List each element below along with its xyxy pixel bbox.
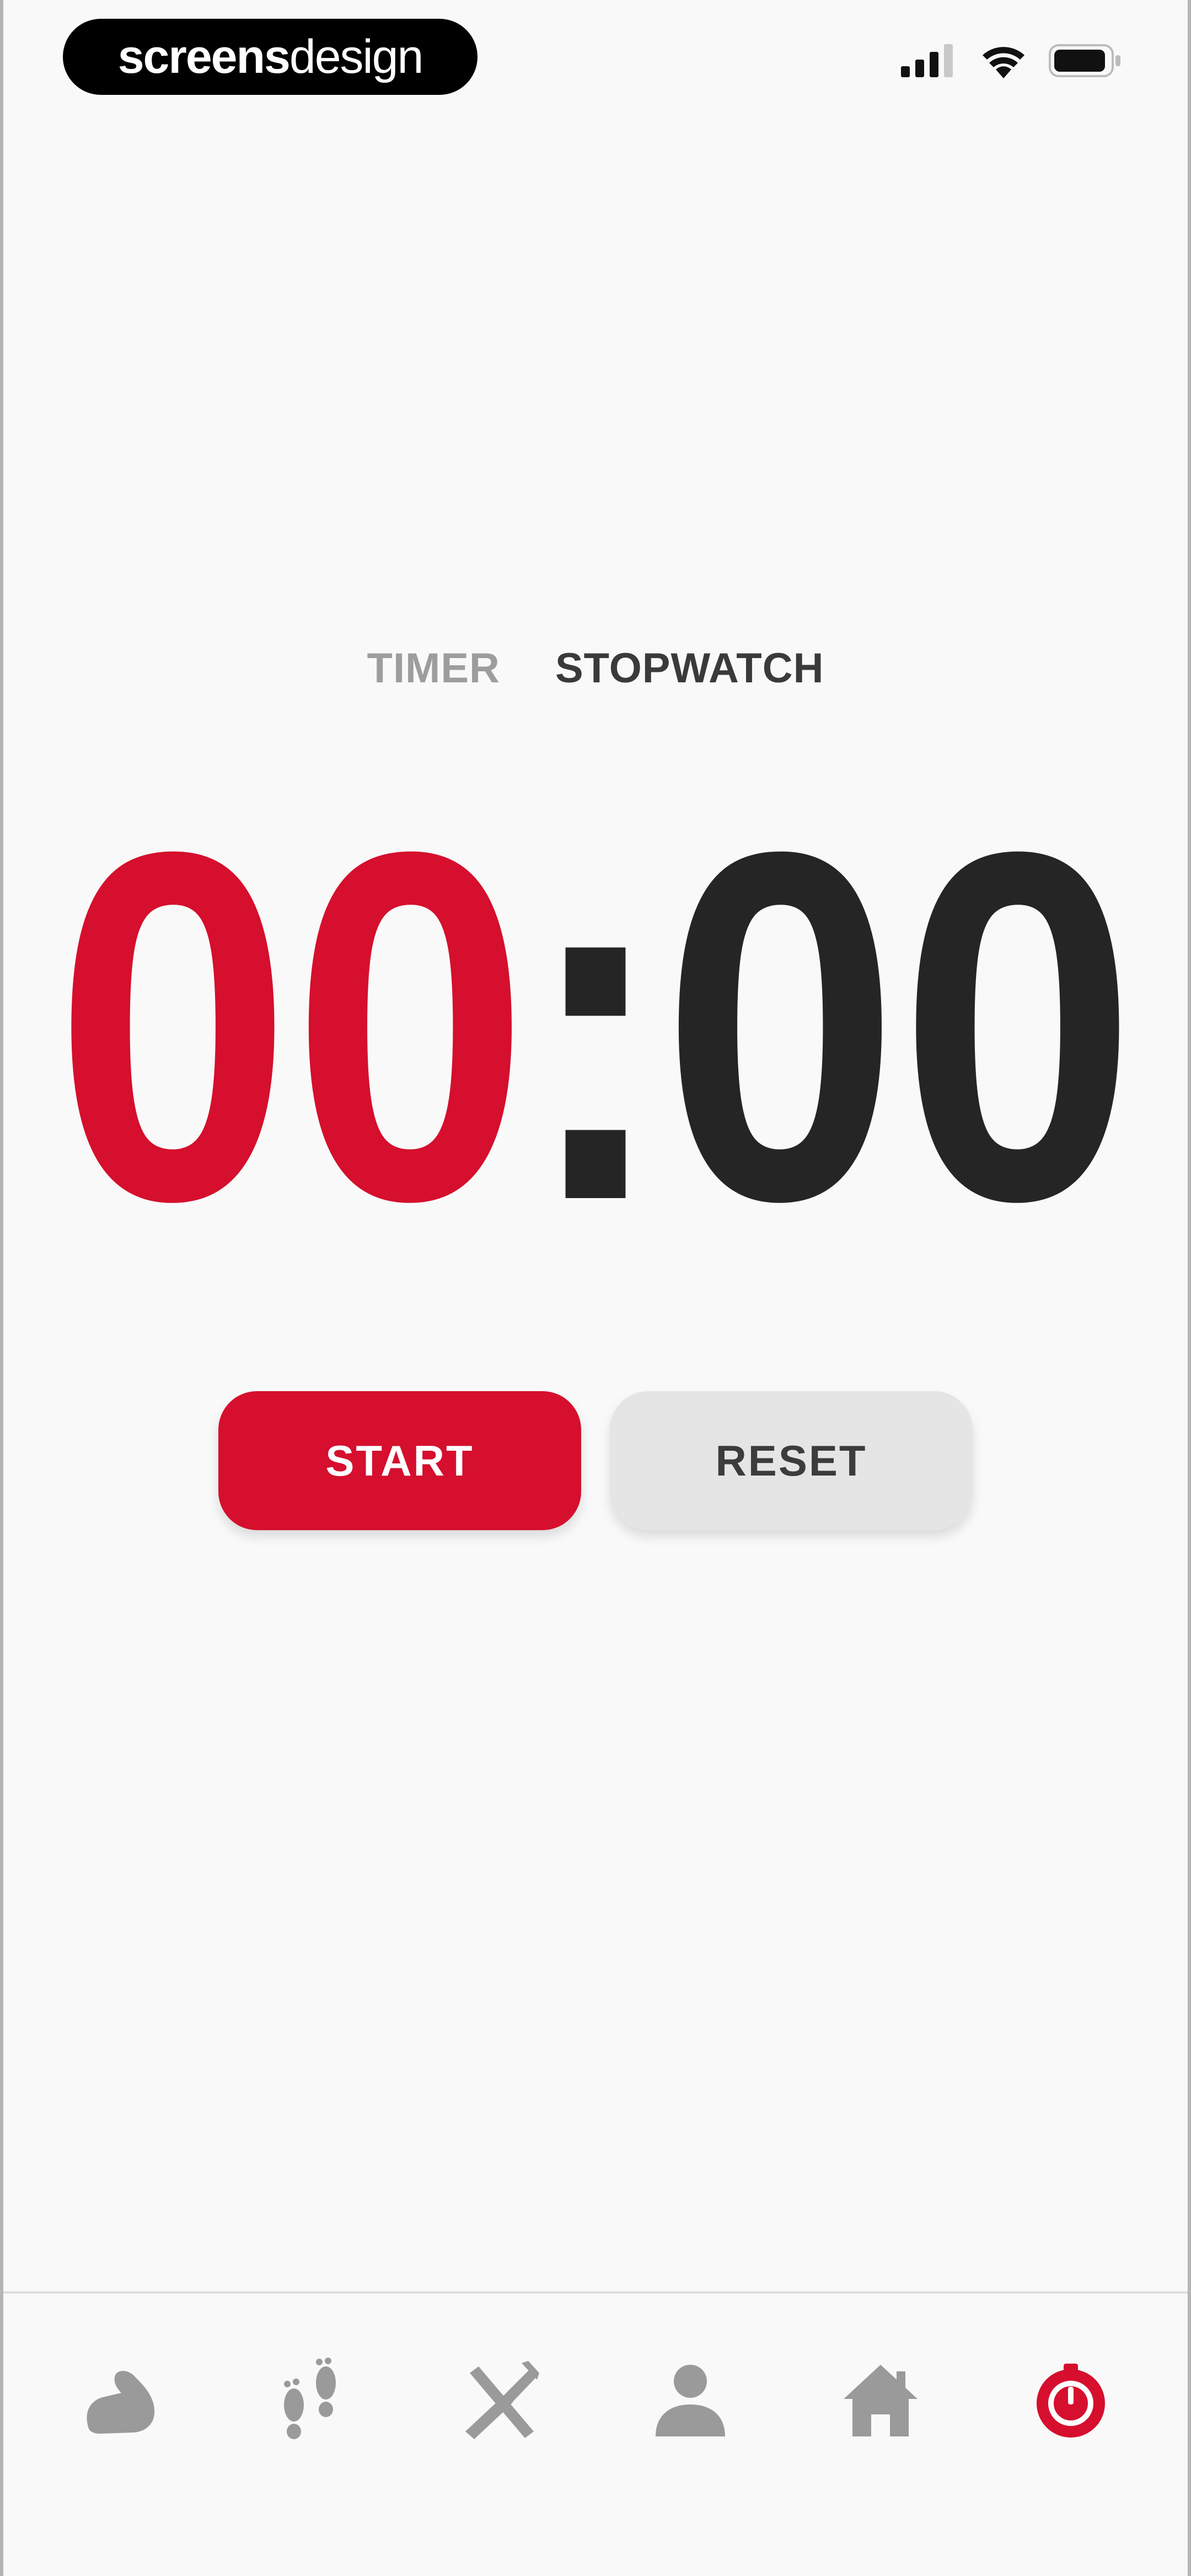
- tab-stopwatch[interactable]: STOPWATCH: [555, 644, 824, 692]
- start-button[interactable]: START: [218, 1391, 581, 1530]
- bottom-nav: [3, 2291, 1188, 2576]
- nav-item-stopwatch[interactable]: [1021, 2351, 1120, 2450]
- nav-item-home[interactable]: [831, 2351, 930, 2450]
- seconds-display: 00: [662, 749, 1137, 1303]
- control-buttons: START RESET: [3, 1391, 1188, 1530]
- nav-item-nutrition[interactable]: [451, 2351, 550, 2450]
- minutes-display: 00: [54, 749, 529, 1303]
- cellular-signal-icon: [901, 44, 953, 77]
- wifi-icon: [983, 47, 1024, 78]
- brand-bold-text: screens: [117, 30, 291, 83]
- reset-button[interactable]: RESET: [610, 1391, 973, 1530]
- mode-tabs: TIMER STOPWATCH: [3, 644, 1188, 692]
- tab-timer[interactable]: TIMER: [367, 644, 500, 692]
- stopwatch-display: 00:00: [55, 749, 1136, 1303]
- brand-badge: screens design: [63, 19, 478, 95]
- fork-knife-icon: [465, 2361, 539, 2439]
- nav-item-workouts[interactable]: [71, 2351, 170, 2450]
- home-icon: [843, 2365, 918, 2436]
- battery-icon: [1049, 44, 1120, 77]
- nav-item-steps[interactable]: [261, 2351, 360, 2450]
- time-separator: :: [524, 749, 667, 1303]
- status-icons: [901, 43, 1122, 78]
- brand-light-text: design: [289, 30, 423, 83]
- person-icon: [656, 2365, 726, 2436]
- nav-item-profile[interactable]: [641, 2351, 740, 2450]
- footprints-icon: [283, 2358, 336, 2439]
- flexed-arm-icon: [87, 2371, 155, 2434]
- stopwatch-screen: screens design TIMER STOPWATCH 00:00 STAR…: [0, 0, 1191, 2576]
- stopwatch-icon: [1036, 2364, 1105, 2438]
